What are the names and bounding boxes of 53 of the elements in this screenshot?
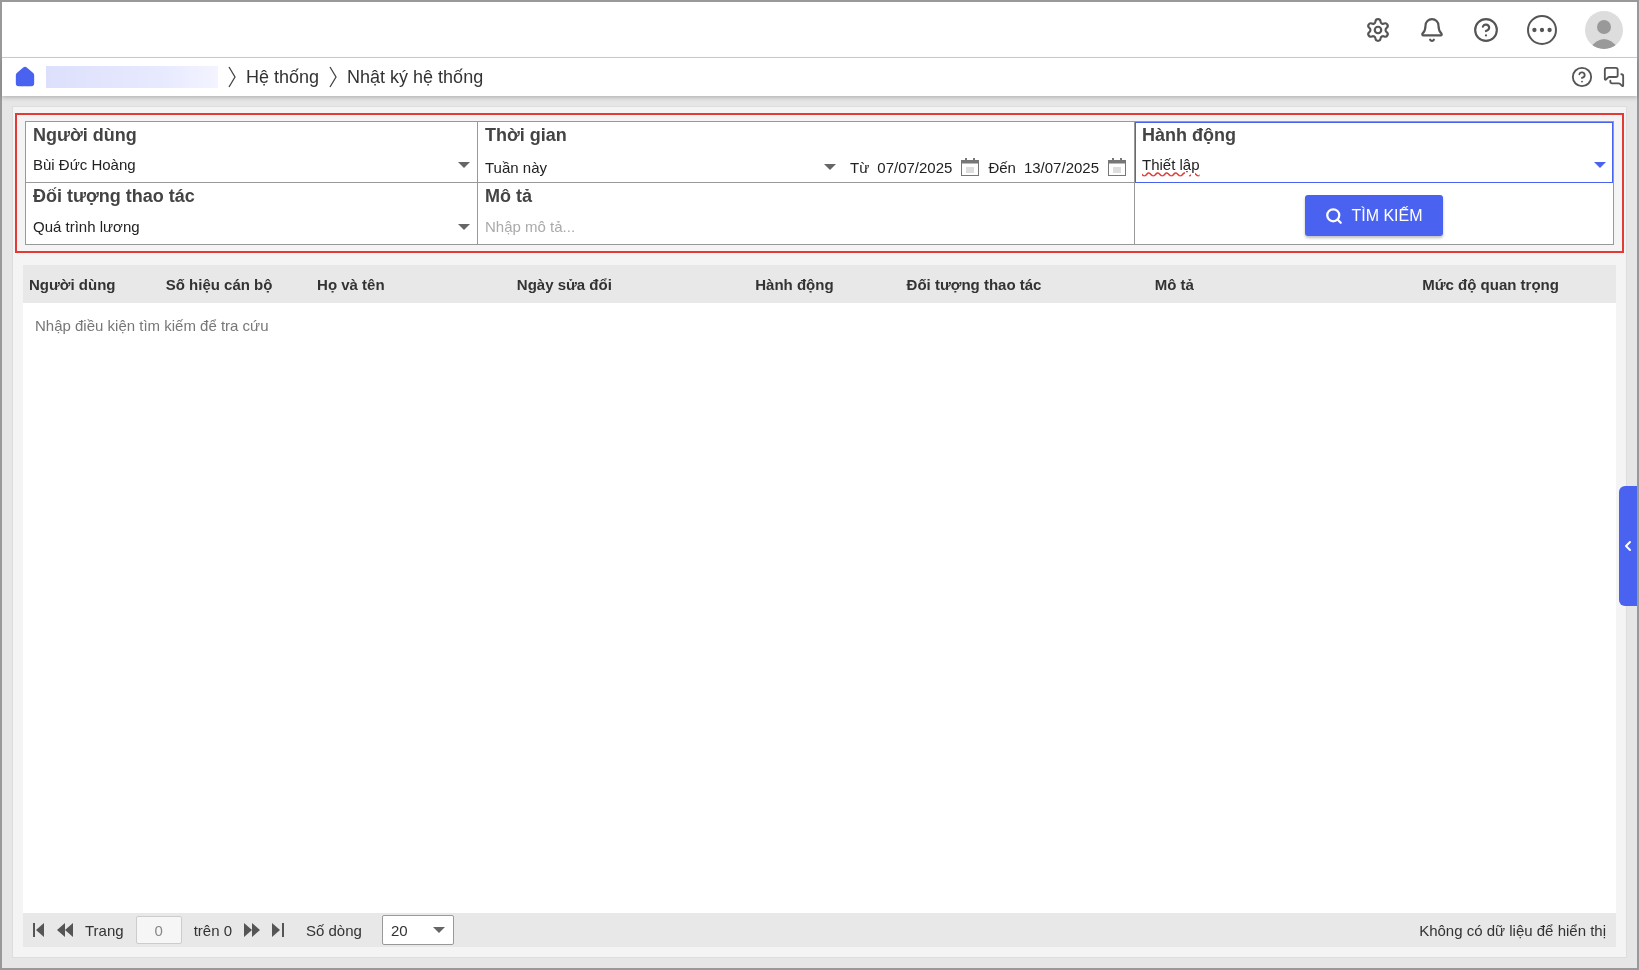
time-select[interactable]: Tuần này [485, 158, 817, 176]
column-header[interactable]: Mức độ quan trọng [1416, 275, 1616, 293]
chat-icon[interactable] [1603, 66, 1625, 88]
column-header[interactable]: Đối tượng thao tác [900, 275, 1149, 293]
search-icon [1325, 206, 1344, 225]
field-label: Đối tượng thao tác [33, 186, 196, 207]
rows-select[interactable]: 20 [381, 915, 454, 945]
caret-icon [1594, 161, 1606, 168]
chevron-icon [329, 66, 338, 88]
caret-icon [432, 927, 445, 933]
date-field[interactable]: 07/07/2025 [877, 158, 953, 176]
collapse-tab[interactable] [1619, 486, 1637, 606]
date-field[interactable]: 13/07/2025 [1023, 158, 1099, 176]
column-header[interactable]: Số hiệu cán bộ [159, 275, 312, 293]
bell-icon[interactable] [1419, 16, 1445, 43]
field-label: Hành động [1142, 125, 1237, 146]
help-icon[interactable] [1473, 16, 1499, 43]
date-label: Từ [850, 158, 870, 176]
page-label: Trang [85, 921, 124, 939]
field-label: Người dùng [33, 125, 138, 146]
search-button[interactable]: TÌM KIẾM [1305, 195, 1443, 236]
breadcrumb-item[interactable]: Nhật ký hệ thống [347, 66, 484, 88]
home-icon[interactable] [14, 66, 36, 88]
field-label: Thời gian [485, 125, 568, 146]
first-page-icon[interactable] [33, 923, 45, 937]
chevron-icon [228, 66, 236, 88]
caret-icon [458, 223, 470, 230]
column-header[interactable]: Hành động [749, 275, 901, 293]
more-icon[interactable] [1527, 14, 1557, 45]
help-icon[interactable] [1571, 66, 1593, 88]
column-header[interactable]: Người dùng [23, 275, 160, 293]
action-select[interactable]: Thiết lập [1142, 156, 1586, 173]
previous-page-icon[interactable] [57, 923, 73, 937]
settings-icon[interactable] [1365, 16, 1391, 43]
caret-icon [458, 161, 470, 168]
field-label: Mô tả [485, 186, 533, 207]
last-page-icon[interactable] [272, 923, 284, 937]
column-header[interactable]: Mô tả [1148, 275, 1417, 293]
rows-label: Số dòng [306, 921, 362, 939]
status-text: Không có dữ liệu để hiển thị [1419, 921, 1606, 939]
calendar-icon[interactable] [1107, 157, 1127, 177]
avatar[interactable] [1585, 10, 1623, 49]
object-select[interactable]: Quá trình lương [33, 218, 450, 235]
caret-icon [824, 164, 837, 170]
empty-message: Nhập điều kiện tìm kiếm để tra cứu [34, 316, 270, 336]
calendar-icon[interactable] [960, 157, 981, 177]
user-select[interactable]: Bùi Đức Hoàng [33, 156, 450, 173]
column-header[interactable]: Họ và tên [311, 275, 511, 293]
date-label: Đến [988, 158, 1016, 176]
breadcrumb-item[interactable]: Hệ thống [246, 66, 320, 88]
page-count: trên 0 [193, 921, 232, 939]
next-page-icon[interactable] [244, 923, 260, 937]
column-header[interactable]: Ngày sửa đổi [510, 275, 750, 293]
